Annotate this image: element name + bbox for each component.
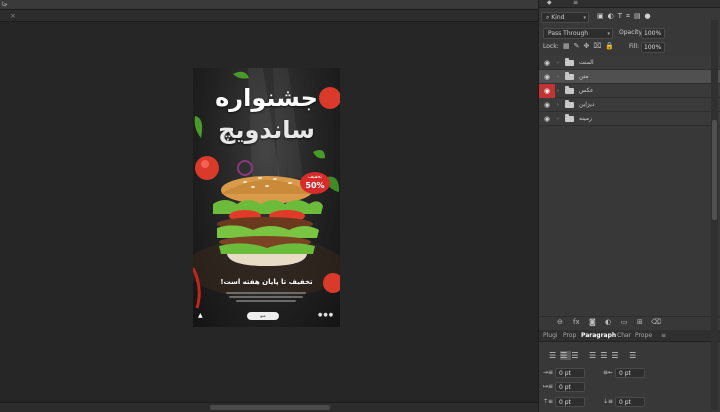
- chevron-down-icon: ▾: [583, 15, 586, 21]
- layer-row[interactable]: ◉ › دیزاین: [539, 98, 720, 112]
- fx-icon[interactable]: fx: [573, 318, 580, 326]
- chevron-down-icon: ▾: [607, 31, 610, 37]
- indent-left-icon: →≡: [543, 369, 554, 376]
- close-document-icon[interactable]: ×: [10, 10, 16, 22]
- layer-name: عکس: [579, 87, 594, 94]
- space-after-input[interactable]: 0 pt: [615, 397, 645, 407]
- lock-row: Lock: ▦✎✥⌧🔒 Fill: 100%: [541, 42, 719, 54]
- badge-value: 50%: [305, 181, 325, 190]
- layers-toolbar: ⊖ fx ◙ ◐ ▭ ⊞ ⌫: [539, 316, 720, 328]
- link-icon[interactable]: ⊖: [557, 318, 563, 326]
- top-toolbar-label: جا: [2, 1, 8, 8]
- document-tab-bar: ×: [0, 10, 538, 22]
- photoshop-window: جا × جشنواره ساندویچ تخفیف 50% تخفیف تا …: [0, 0, 720, 412]
- blend-mode-value: Pass Through: [548, 30, 589, 37]
- layer-name: دیزاین: [579, 101, 595, 108]
- search-icon: ⌕: [546, 14, 550, 21]
- adjustment-icon[interactable]: ◐: [605, 318, 611, 326]
- panel-menu-icon[interactable]: ≡: [661, 332, 666, 339]
- chevron-right-icon[interactable]: ›: [557, 98, 559, 112]
- layer-row-selected[interactable]: ◉ › متن: [539, 70, 720, 84]
- blend-mode-select[interactable]: Pass Through ▾: [543, 28, 613, 39]
- lock-label: Lock:: [543, 43, 559, 50]
- poster-title-line2: ساندویچ: [218, 116, 315, 144]
- first-line-indent-input[interactable]: 0 pt: [555, 382, 585, 392]
- eye-icon[interactable]: ◉: [539, 70, 555, 84]
- lock-icons[interactable]: ▦✎✥⌧🔒: [563, 42, 618, 50]
- vertical-scrollbar[interactable]: [711, 20, 718, 410]
- layer-row[interactable]: ◉ › زمینه: [539, 112, 720, 126]
- logo-icon: ▲: [198, 312, 203, 319]
- layer-filter-icons[interactable]: ▣◐T⌗▤●: [597, 12, 655, 21]
- badge-caption: تخفیف: [308, 174, 322, 180]
- poster-artwork[interactable]: جشنواره ساندویچ تخفیف 50% تخفیف تا پایان…: [193, 68, 340, 327]
- panel-tab-icon-2[interactable]: ≡: [573, 0, 578, 6]
- layer-name: متن: [579, 73, 589, 80]
- fill-label: Fill:: [629, 43, 640, 50]
- new-layer-icon[interactable]: ⊞: [637, 318, 643, 326]
- layers-list: ◉ › المنت ◉ › متن ◉ › عکس ◉ › دیزاین ◉ ›…: [539, 56, 720, 126]
- eye-icon[interactable]: ◉: [539, 98, 555, 112]
- chevron-right-icon[interactable]: ›: [557, 84, 559, 98]
- poster-tagline: تخفیف تا پایان هفته است!: [220, 278, 313, 286]
- folder-icon: [565, 114, 574, 122]
- folder-icon: [565, 72, 574, 80]
- layers-panel: ◆ ≡ ⌕ Kind ▾ ▣◐T⌗▤● Pass Through ▾ Opaci…: [538, 0, 720, 412]
- group-icon[interactable]: ▭: [621, 318, 628, 326]
- discount-badge: تخفیف 50%: [300, 172, 330, 194]
- horizontal-scrollbar[interactable]: [0, 402, 538, 412]
- trash-icon[interactable]: ⌫: [651, 318, 661, 326]
- space-before-input[interactable]: 0 pt: [555, 397, 585, 407]
- space-after-icon: ⇣≡: [603, 398, 614, 405]
- filter-kind-select[interactable]: ⌕ Kind ▾: [541, 12, 589, 23]
- mask-icon[interactable]: ◙: [589, 318, 596, 326]
- tab-paragraph[interactable]: Paragraph: [581, 332, 616, 339]
- first-line-indent-icon: ↦≡: [543, 383, 554, 390]
- eye-icon[interactable]: ◉: [539, 56, 555, 70]
- layer-row[interactable]: ◉ › المنت: [539, 56, 720, 70]
- tab-properties-2[interactable]: Prope: [635, 332, 652, 339]
- indent-left-input[interactable]: 0 pt: [555, 368, 585, 378]
- social-icons: ●●●: [318, 312, 335, 318]
- poster-small-text: [221, 290, 311, 304]
- tab-character[interactable]: Char: [617, 332, 631, 339]
- filter-kind-label: Kind: [551, 14, 565, 21]
- alignment-buttons[interactable]: ☰☰☰ ☰☰☰ ☰: [549, 351, 640, 360]
- poster-footer: ▲ منو ●●●: [193, 308, 340, 327]
- opacity-label: Opacity:: [619, 29, 644, 36]
- layer-name: زمینه: [579, 115, 592, 122]
- paragraph-tab-strip: Plugi Prop Paragraph Char Prope ≡: [539, 330, 720, 342]
- blend-row: Pass Through ▾ Opacity: 100%: [541, 28, 719, 40]
- layer-row[interactable]: ◉ › عکس: [539, 84, 720, 98]
- tab-properties[interactable]: Prop: [563, 332, 576, 339]
- fill-input[interactable]: 100%: [641, 42, 665, 53]
- folder-icon: [565, 86, 574, 94]
- chevron-right-icon[interactable]: ›: [557, 112, 559, 126]
- folder-icon: [565, 58, 574, 66]
- scrollbar-thumb[interactable]: [210, 405, 330, 410]
- indent-right-input[interactable]: 0 pt: [615, 368, 645, 378]
- chevron-right-icon[interactable]: ›: [557, 70, 559, 84]
- opacity-input[interactable]: 100%: [641, 28, 665, 39]
- tab-plugins[interactable]: Plugi: [543, 332, 558, 339]
- scrollbar-thumb[interactable]: [712, 120, 717, 220]
- poster-button: منو: [247, 312, 279, 320]
- eye-icon-highlighted[interactable]: ◉: [539, 84, 555, 98]
- panel-tab-icon[interactable]: ◆: [547, 0, 552, 6]
- panel-tab-strip: ◆ ≡: [539, 0, 720, 8]
- chevron-right-icon[interactable]: ›: [557, 56, 559, 70]
- layer-name: المنت: [579, 59, 594, 66]
- eye-icon[interactable]: ◉: [539, 112, 555, 126]
- poster-title-line1: جشنواره: [215, 84, 318, 112]
- space-before-icon: ⇡≡: [543, 398, 554, 405]
- indent-right-icon: ≡←: [603, 369, 614, 376]
- folder-icon: [565, 100, 574, 108]
- paragraph-panel: ☰☰☰ ☰☰☰ ☰ →≡ 0 pt ≡← 0 pt ↦≡ 0 pt ⇡≡ 0 p…: [539, 343, 720, 412]
- top-toolbar: جا: [0, 0, 538, 10]
